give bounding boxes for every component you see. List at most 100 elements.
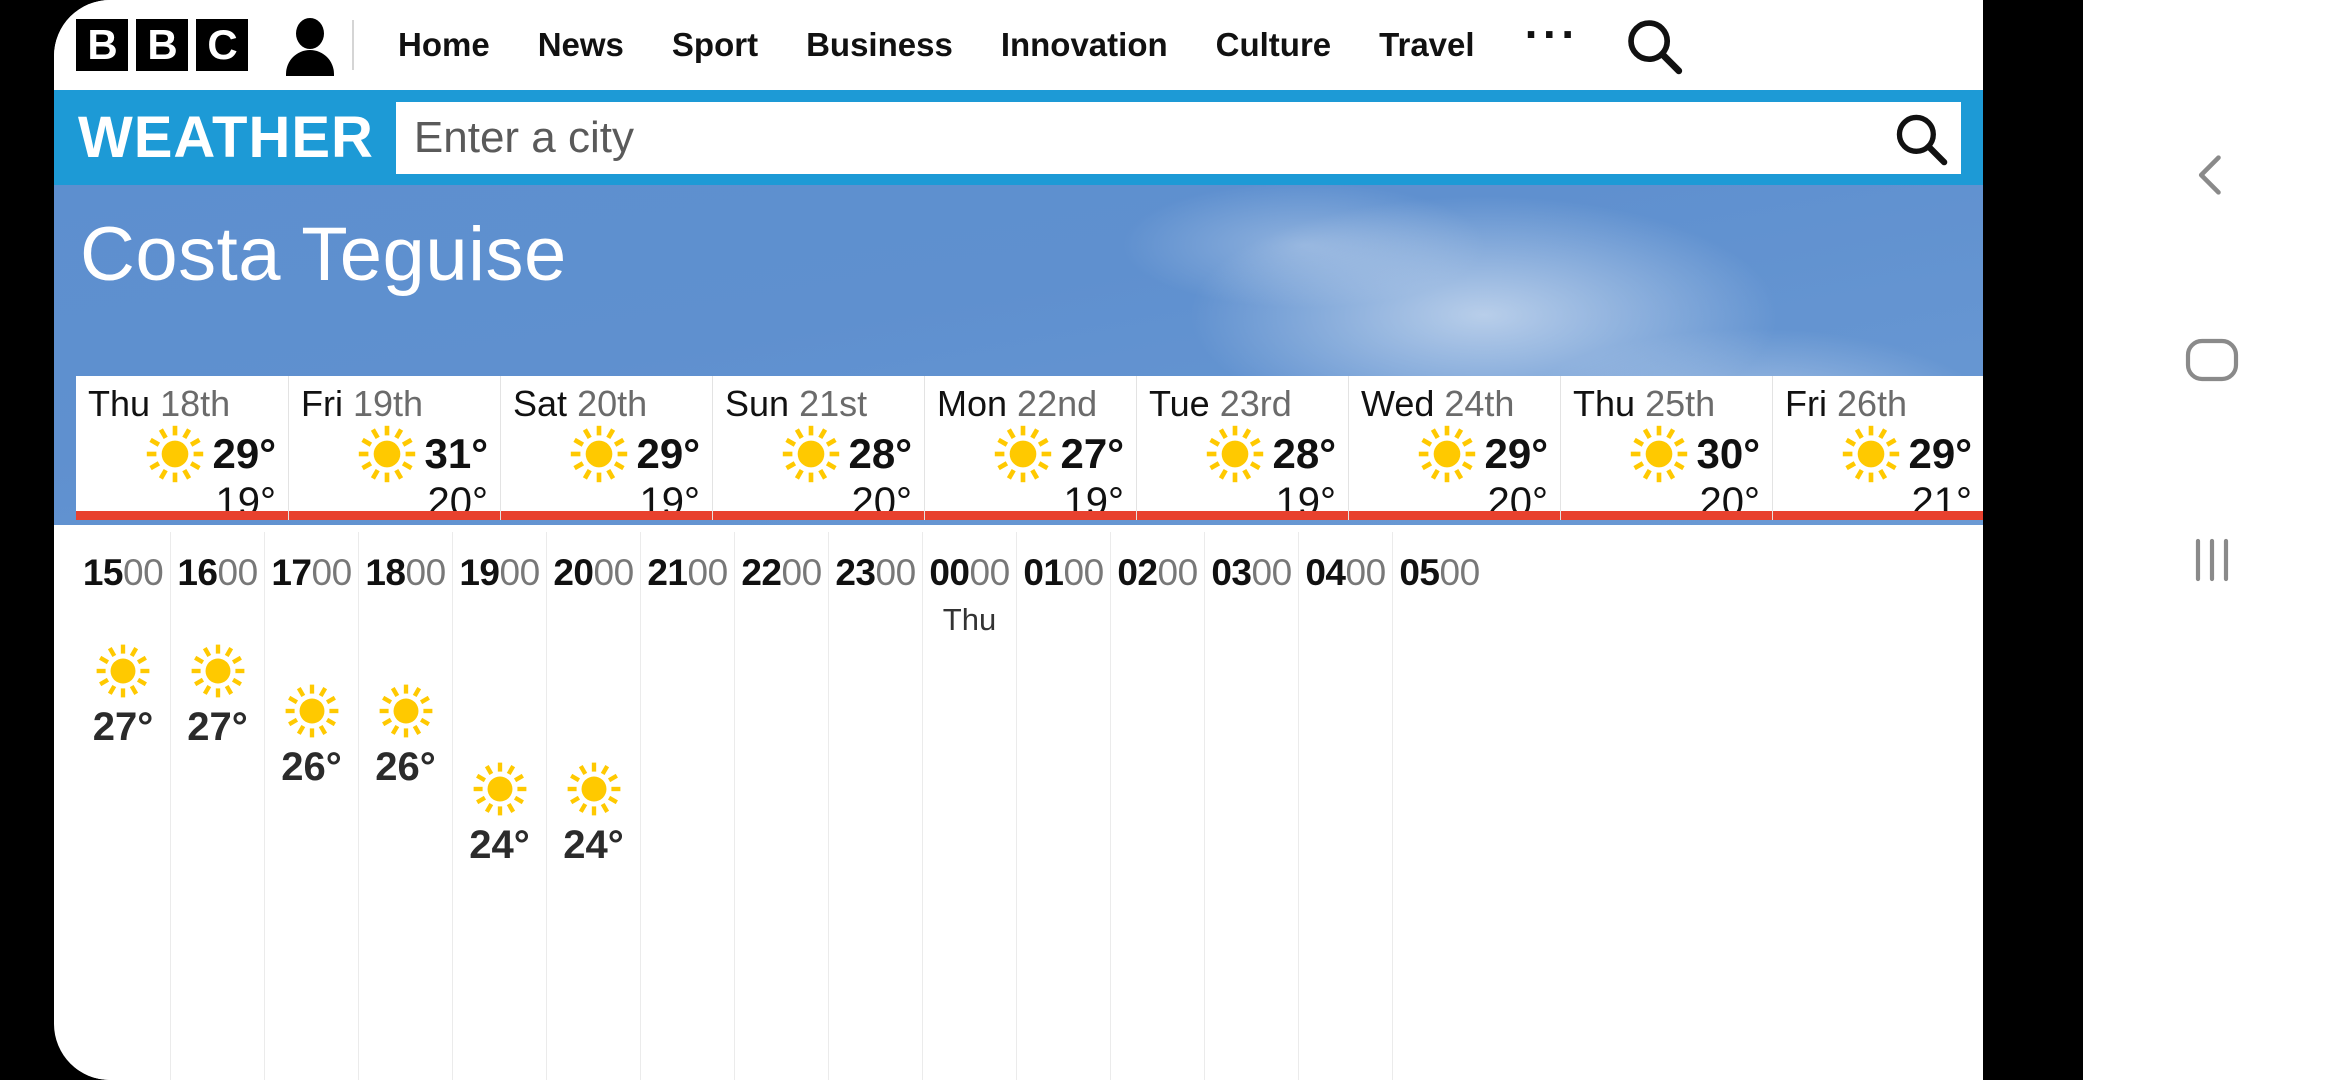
daily-card-date: 22nd <box>1017 383 1098 424</box>
recents-icon[interactable] <box>2083 505 2340 615</box>
hourly-forecast-card[interactable]: 0500 <box>1392 532 1486 1080</box>
daily-forecast-scroller[interactable]: Thu 18th 29° 19° Fri 19th 31° 20° Sat 20th 2… <box>76 376 1983 520</box>
search-submit-button[interactable] <box>1879 101 1961 174</box>
sunny-icon <box>783 425 840 483</box>
daily-card-header: Wed 24th <box>1361 382 1548 426</box>
hourly-card-hour: 17 <box>271 552 312 593</box>
daily-card-date: 20th <box>577 383 648 424</box>
daily-card-day: Thu <box>1573 383 1636 424</box>
hourly-card-time: 2300 <box>829 532 922 600</box>
bbc-logo-letter: C <box>196 19 248 71</box>
nav-link-travel[interactable]: Travel <box>1355 26 1498 64</box>
hourly-card-hour: 20 <box>553 552 594 593</box>
daily-forecast-card[interactable]: Fri 26th 29° 21° <box>1772 376 1983 520</box>
hourly-forecast-card[interactable]: 0200 <box>1110 532 1204 1080</box>
hourly-card-minutes: 00 <box>405 552 447 593</box>
account-icon-body <box>286 50 334 76</box>
daily-forecast-card[interactable]: Fri 19th 31° 20° <box>288 376 500 520</box>
nav-links: Home News Sport Business Innovation Cult… <box>374 12 1606 64</box>
daily-card-day: Mon <box>937 383 1008 424</box>
sunny-icon <box>285 684 338 738</box>
hourly-forecast-card[interactable]: 1800 26° <box>358 532 452 1080</box>
hourly-card-hour: 03 <box>1211 552 1252 593</box>
hourly-forecast-card[interactable]: 2000 24° <box>546 532 640 1080</box>
daily-forecast-card[interactable]: Tue 23rd 28° 19° <box>1136 376 1348 520</box>
hourly-card-temp: 26° <box>375 745 436 789</box>
hourly-forecast-card[interactable]: 0100 <box>1016 532 1110 1080</box>
hourly-card-temp: 26° <box>281 745 342 789</box>
nav-link-culture[interactable]: Culture <box>1192 26 1356 64</box>
temperature-bar <box>1349 511 1560 520</box>
hourly-forecast-card[interactable]: 2100 <box>640 532 734 1080</box>
hourly-forecast-card[interactable]: 0000 Thu <box>922 532 1016 1080</box>
hourly-forecast-card[interactable]: 2200 <box>734 532 828 1080</box>
daily-card-date: 26th <box>1837 383 1908 424</box>
daily-forecast-card[interactable]: Thu 25th 30° 20° <box>1560 376 1772 520</box>
daily-forecast-card[interactable]: Mon 22nd 27° 19° <box>924 376 1136 520</box>
search-input[interactable] <box>395 101 1879 174</box>
hourly-card-temp: 27° <box>187 705 248 749</box>
hourly-forecast-card[interactable]: 0300 <box>1204 532 1298 1080</box>
sunny-icon <box>1843 425 1900 483</box>
hourly-card-time: 0100 <box>1017 532 1110 600</box>
hourly-card-hour: 19 <box>459 552 500 593</box>
sunny-icon <box>96 644 150 698</box>
account-icon[interactable] <box>282 16 338 76</box>
daily-card-high: 30° <box>1696 430 1760 477</box>
hourly-forecast-card[interactable]: 0400 <box>1298 532 1392 1080</box>
daily-card-day: Fri <box>301 383 343 424</box>
nav-link-home[interactable]: Home <box>374 26 514 64</box>
search-icon <box>1896 114 1948 165</box>
hourly-forecast-card[interactable]: 1900 24° <box>452 532 546 1080</box>
daily-forecast-card[interactable]: Sat 20th 29° 19° <box>500 376 712 520</box>
hourly-card-hour: 21 <box>647 552 688 593</box>
system-navigation-bar <box>2083 0 2340 1080</box>
nav-link-innovation[interactable]: Innovation <box>977 26 1192 64</box>
daily-card-date: 25th <box>1645 383 1716 424</box>
back-icon[interactable] <box>2083 120 2340 230</box>
daily-card-high: 29° <box>636 430 700 477</box>
hourly-card-hour: 04 <box>1305 552 1346 593</box>
daily-card-high-row: 28° <box>725 425 912 483</box>
daily-card-high: 31° <box>424 430 488 477</box>
hourly-card-day: Thu <box>942 602 997 637</box>
nav-link-news[interactable]: News <box>514 26 648 64</box>
bbc-logo[interactable]: B B C <box>76 19 248 71</box>
hourly-forecast-card[interactable]: 1700 26° <box>264 532 358 1080</box>
hourly-forecast-card[interactable]: 1600 27° <box>170 532 264 1080</box>
daily-card-date: 19th <box>353 383 424 424</box>
home-icon[interactable] <box>2083 305 2340 415</box>
hourly-card-hour: 23 <box>835 552 876 593</box>
daily-card-header: Thu 18th <box>88 382 276 426</box>
daily-card-high-row: 28° <box>1149 425 1336 483</box>
weather-header: WEATHER <box>54 90 1983 185</box>
hourly-forecast-scroller[interactable]: 1500 27° 1600 27° 1700 26° 1800 26° 1900 24°… <box>76 532 1983 1080</box>
temperature-bar <box>1773 511 1983 520</box>
daily-card-day: Wed <box>1361 383 1435 424</box>
nav-link-sport[interactable]: Sport <box>648 26 782 64</box>
weather-brand[interactable]: WEATHER <box>78 108 374 167</box>
sunny-icon <box>191 644 244 698</box>
temperature-bar <box>713 511 924 520</box>
account-icon-head <box>296 18 324 49</box>
daily-forecast-card[interactable]: Thu 18th 29° 19° <box>76 376 288 520</box>
daily-card-day: Sun <box>725 383 790 424</box>
hourly-card-time: 1700 <box>265 532 358 600</box>
hourly-card-conditions: 27° <box>76 642 170 748</box>
temperature-bar <box>76 511 288 520</box>
hourly-card-minutes: 00 <box>875 552 917 593</box>
hourly-card-hour: 01 <box>1023 552 1064 593</box>
hourly-card-time: 0000 <box>923 532 1016 600</box>
temperature-bar <box>925 511 1136 520</box>
daily-forecast-card[interactable]: Wed 24th 29° 20° <box>1348 376 1560 520</box>
search-icon[interactable] <box>1618 10 1688 80</box>
more-menu-icon[interactable]: ··· <box>1499 12 1606 57</box>
hourly-card-conditions: 27° <box>171 642 264 748</box>
hourly-forecast-card[interactable]: 1500 27° <box>76 532 170 1080</box>
hourly-forecast-card[interactable]: 2300 <box>828 532 922 1080</box>
nav-link-business[interactable]: Business <box>782 26 977 64</box>
daily-forecast-card[interactable]: Sun 21st 28° 20° <box>712 376 924 520</box>
daily-card-high: 29° <box>212 430 276 477</box>
sunny-icon <box>473 762 526 816</box>
page-title: Costa Teguise <box>80 212 567 297</box>
